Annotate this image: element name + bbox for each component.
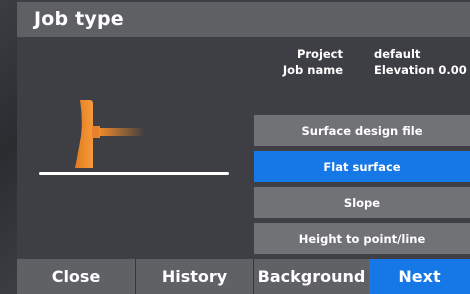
job-info: Project default Job name Elevation 0.00 bbox=[255, 47, 470, 87]
page-title: Job type bbox=[34, 8, 124, 30]
next-button[interactable]: Next bbox=[369, 259, 470, 294]
close-button[interactable]: Close bbox=[17, 259, 135, 294]
dozer-blade-icon bbox=[36, 98, 236, 182]
history-button[interactable]: History bbox=[135, 259, 253, 294]
job-type-screen: Job type Project default Job name Elevat… bbox=[0, 0, 470, 294]
project-value: default bbox=[374, 47, 421, 61]
job-name-row: Job name Elevation 0.00 bbox=[255, 63, 470, 79]
bottom-bar: Close History Background Next bbox=[17, 259, 470, 294]
title-bar: Job type bbox=[17, 2, 470, 37]
background-button[interactable]: Background bbox=[253, 259, 369, 294]
background-edge bbox=[0, 0, 17, 294]
job-name-label: Job name bbox=[282, 63, 343, 77]
job-name-value: Elevation 0.00 bbox=[374, 63, 467, 77]
option-height-to-point-line[interactable]: Height to point/line bbox=[254, 223, 470, 254]
option-surface-design-file[interactable]: Surface design file bbox=[254, 115, 470, 146]
option-flat-surface[interactable]: Flat surface bbox=[254, 151, 470, 182]
project-row: Project default bbox=[255, 47, 470, 63]
option-slope[interactable]: Slope bbox=[254, 187, 470, 218]
project-label: Project bbox=[296, 47, 343, 61]
